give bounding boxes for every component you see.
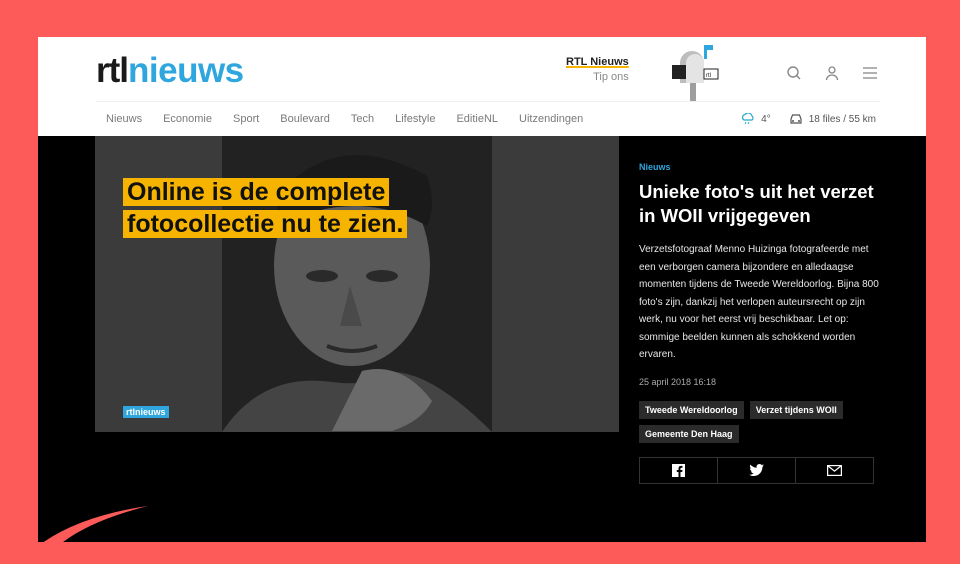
twitter-icon <box>749 463 764 476</box>
tip-link[interactable]: Tip ons <box>566 70 629 85</box>
article-panel: Nieuws Unieke foto's uit het verzet in W… <box>639 162 879 484</box>
watermark-logo: rtlnieuws <box>123 406 169 418</box>
share-facebook-button[interactable] <box>640 457 718 483</box>
nav-item-lifestyle[interactable]: Lifestyle <box>395 113 435 125</box>
decorative-swoosh <box>43 506 148 542</box>
tip-brand: RTL Nieuws <box>566 56 629 68</box>
car-icon <box>790 114 802 124</box>
menu-icon[interactable] <box>860 63 880 83</box>
share-twitter-button[interactable] <box>718 457 796 483</box>
article-category[interactable]: Nieuws <box>639 162 879 172</box>
nav-item-nieuws[interactable]: Nieuws <box>106 113 142 125</box>
hero-section: Online is de complete fotocollectie nu t… <box>38 136 926 542</box>
site-logo[interactable]: rtlnieuws <box>96 51 244 91</box>
share-mail-button[interactable] <box>796 458 873 483</box>
facebook-icon <box>672 463 685 477</box>
article-image[interactable]: Online is de complete fotocollectie nu t… <box>95 136 619 432</box>
weather-temperature[interactable]: 4° <box>761 114 771 125</box>
overlay-line-2: fotocollectie nu te zien. <box>123 210 408 238</box>
tag-list: Tweede Wereldoorlog Verzet tijdens WOII … <box>639 400 879 443</box>
user-icon[interactable] <box>822 63 842 83</box>
nav-item-tech[interactable]: Tech <box>351 113 374 125</box>
header-divider <box>96 101 880 102</box>
nav-item-uitzendingen[interactable]: Uitzendingen <box>519 113 583 125</box>
share-bar <box>639 456 874 484</box>
image-overlay-text: Online is de complete fotocollectie nu t… <box>123 176 408 240</box>
tag-gemeente-den-haag[interactable]: Gemeente Den Haag <box>639 424 739 443</box>
logo-nieuws: nieuws <box>128 51 244 90</box>
header-actions <box>784 63 880 83</box>
article-date: 25 april 2018 16:18 <box>639 376 717 387</box>
overlay-line-1: Online is de complete <box>123 178 390 206</box>
nav-item-sport[interactable]: Sport <box>233 113 259 125</box>
article-title[interactable]: Unieke foto's uit het verzet in WOII vri… <box>639 180 879 227</box>
traffic-info[interactable]: 18 files / 55 km <box>809 114 876 125</box>
article-description: Verzetsfotograaf Menno Huizinga fotograf… <box>639 244 879 360</box>
tip-promo[interactable]: RTL Nieuws Tip ons <box>566 55 629 85</box>
tag-tweede-wereldoorlog[interactable]: Tweede Wereldoorlog <box>639 400 744 419</box>
nav-item-economie[interactable]: Economie <box>163 113 212 125</box>
status-bar: 4° 18 files / 55 km <box>741 113 876 125</box>
svg-text:rtl: rtl <box>706 73 711 79</box>
main-nav: Nieuws Economie Sport Boulevard Tech Lif… <box>106 113 583 125</box>
search-icon[interactable] <box>784 63 804 83</box>
site-header: rtlnieuws RTL Nieuws Tip ons rtl Nieuws … <box>38 37 926 136</box>
nav-item-boulevard[interactable]: Boulevard <box>280 113 330 125</box>
browser-frame: rtlnieuws RTL Nieuws Tip ons rtl Nieuws … <box>38 37 926 542</box>
nav-item-editienl[interactable]: EditieNL <box>456 113 498 125</box>
logo-rtl: rtl <box>96 51 129 90</box>
mail-icon <box>827 464 842 476</box>
tag-verzet-tijdens-woii[interactable]: Verzet tijdens WOII <box>749 400 843 419</box>
weather-icon <box>742 113 754 125</box>
mailbox-icon: rtl <box>672 45 719 101</box>
